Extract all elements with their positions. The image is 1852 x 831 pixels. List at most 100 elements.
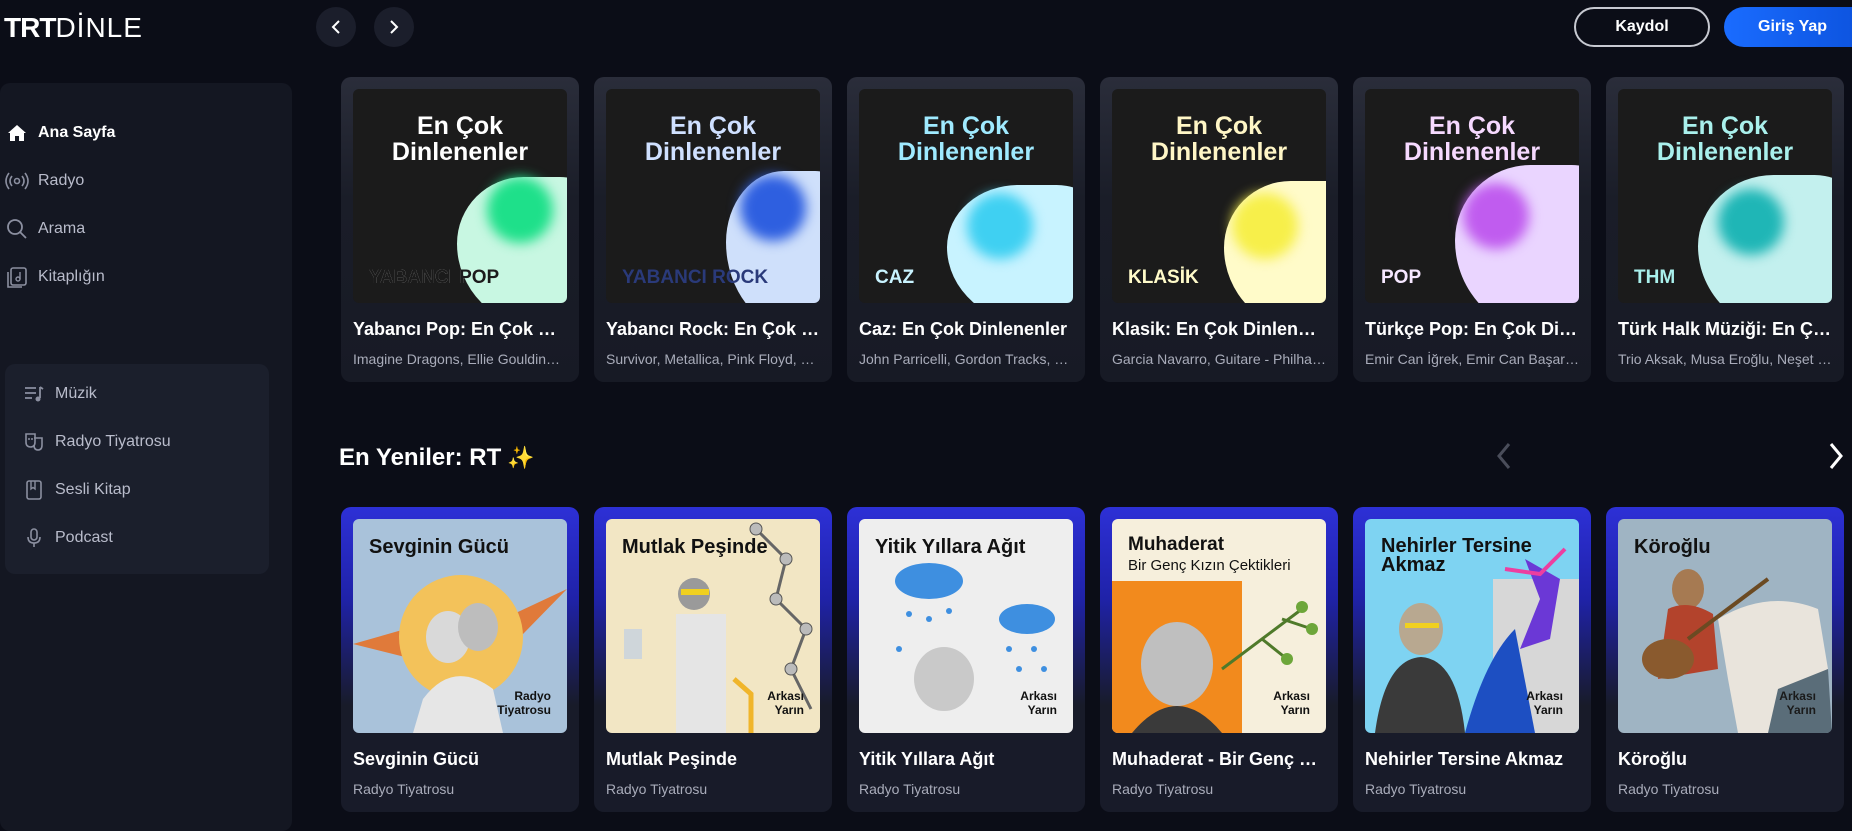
- sidebar-item-label: Ana Sayfa: [38, 124, 116, 141]
- drama-card[interactable]: Mutlak Peşinde Arkası Yarın Mutlak Peşin…: [594, 507, 832, 812]
- playlist-cover: En Çok Dinlenenler POP: [1365, 89, 1579, 303]
- sidebar: Ana Sayfa Radyo Arama Kitaplığın Müzik R…: [0, 58, 316, 831]
- playlist-title: Klasik: En Çok Dinlenenler: [1112, 319, 1326, 339]
- microphone-icon: [21, 525, 47, 551]
- cover-dot: [740, 175, 806, 241]
- cover-tag: Radyo Tiyatrosu: [497, 689, 551, 717]
- cover-title: Mutlak Peşinde: [622, 536, 768, 558]
- cover-genre-label: YABANCI ROCK: [622, 267, 769, 288]
- playlist-cover: En Çok Dinlenenler YABANCI POP: [353, 89, 567, 303]
- section-title-text: En Yeniler: RT: [339, 444, 502, 471]
- category-audiobook[interactable]: Sesli Kitap: [5, 466, 269, 514]
- drama-subtitle: Radyo Tiyatrosu: [1112, 781, 1214, 797]
- login-button[interactable]: Giriş Yap: [1724, 7, 1852, 47]
- home-icon: [4, 120, 30, 146]
- drama-card[interactable]: Yitik Yıllara Ağıt Arkası Yarın Yitik Yı…: [847, 507, 1085, 812]
- cover-heading: En Çok Dinlenenler: [1150, 112, 1288, 166]
- cover-dot: [1718, 189, 1784, 255]
- cover-tag: Arkası Yarın: [1779, 689, 1816, 717]
- cover-genre-label: POP: [1381, 267, 1422, 288]
- sidebar-item-radio[interactable]: Radyo: [0, 157, 290, 205]
- playlist-card[interactable]: En Çok Dinlenenler POP Türkçe Pop: En Ço…: [1353, 77, 1591, 382]
- playlist-card[interactable]: En Çok Dinlenenler YABANCI ROCK Yabancı …: [594, 77, 832, 382]
- drama-cover: Mutlak Peşinde Arkası Yarın: [606, 519, 820, 733]
- forward-button[interactable]: [374, 7, 414, 47]
- cover-dot: [487, 177, 553, 243]
- cover-title: Yitik Yıllara Ağıt: [875, 536, 1026, 558]
- section-prev-button[interactable]: [1488, 440, 1520, 472]
- sidebar-item-library[interactable]: Kitaplığın: [0, 253, 290, 301]
- playlist-card[interactable]: En Çok Dinlenenler CAZ Caz: En Çok Dinle…: [847, 77, 1085, 382]
- chevron-left-icon: [331, 20, 340, 34]
- cover-tag: Arkası Yarın: [767, 689, 804, 717]
- category-label: Radyo Tiyatrosu: [55, 433, 171, 450]
- drama-title: Muhaderat - Bir Genç Kızın Çektikleri: [1112, 749, 1326, 769]
- drama-subtitle: Radyo Tiyatrosu: [606, 781, 708, 797]
- cover-heading: En Çok Dinlenenler: [391, 112, 529, 166]
- sidebar-item-label: Arama: [38, 220, 86, 237]
- playlist-artists: Trio Aksak, Musa Eroğlu, Neşet Ertaş: [1618, 351, 1832, 367]
- chevron-right-icon: [1829, 443, 1843, 469]
- drama-subtitle: Radyo Tiyatrosu: [1365, 781, 1467, 797]
- sparkles-icon: ✨: [507, 445, 535, 470]
- cover-genre-label: CAZ: [875, 267, 915, 288]
- sidebar-item-label: Kitaplığın: [38, 268, 105, 285]
- sidebar-item-home[interactable]: Ana Sayfa: [0, 109, 290, 157]
- cover-dot: [967, 193, 1033, 259]
- cover-title: Nehirler Tersine Akmaz: [1381, 535, 1532, 576]
- drama-cover: Nehirler Tersine Akmaz Arkası Yarın: [1365, 519, 1579, 733]
- drama-subtitle: Radyo Tiyatrosu: [859, 781, 961, 797]
- cover-tag: Arkası Yarın: [1273, 689, 1310, 717]
- top-bar: TRTDİNLE Kaydol Giriş Yap: [0, 0, 1852, 58]
- sidebar-item-label: Radyo: [38, 172, 85, 189]
- cover-tag: Arkası Yarın: [1020, 689, 1057, 717]
- cover-genre-label: THM: [1634, 267, 1676, 288]
- playlist-cover: En Çok Dinlenenler CAZ: [859, 89, 1073, 303]
- playlist-artists: John Parricelli, Gordon Tracks, Miles Da…: [859, 351, 1073, 367]
- playlist-cover: En Çok Dinlenenler YABANCI ROCK: [606, 89, 820, 303]
- playlist-title: Caz: En Çok Dinlenenler: [859, 319, 1068, 339]
- drama-card[interactable]: Sevginin Gücü Radyo Tiyatrosu Sevginin G…: [341, 507, 579, 812]
- cover-title: Sevginin Gücü: [369, 536, 510, 558]
- playlist-title: Yabancı Rock: En Çok Dinlenenler: [606, 319, 820, 339]
- drama-cover: Yitik Yıllara Ağıt Arkası Yarın: [859, 519, 1073, 733]
- sidebar-panel: Ana Sayfa Radyo Arama Kitaplığın Müzik R…: [0, 83, 292, 831]
- section-next-button[interactable]: [1820, 440, 1852, 472]
- playlist-card[interactable]: En Çok Dinlenenler YABANCI POP Yabancı P…: [341, 77, 579, 382]
- playlist-artists: Imagine Dragons, Ellie Goulding, Dua Lip…: [353, 351, 567, 367]
- cover-subtitle: Bir Genç Kızın Çektikleri: [1128, 557, 1291, 574]
- category-podcast[interactable]: Podcast: [5, 514, 269, 562]
- trt-dinle-logo[interactable]: TRTDİNLE: [4, 12, 143, 44]
- category-music[interactable]: Müzik: [5, 370, 269, 418]
- drama-subtitle: Radyo Tiyatrosu: [1618, 781, 1720, 797]
- search-icon: [4, 216, 30, 242]
- cover-dot: [1232, 193, 1298, 259]
- cover-genre-label: KLASİK: [1128, 267, 1199, 288]
- back-button[interactable]: [316, 7, 356, 47]
- playlist-title: Türk Halk Müziği: En Çok Dinlenenler: [1618, 319, 1832, 339]
- playlist-artists: Emir Can İğrek, Emir Can Başaran, Sezen …: [1365, 351, 1579, 367]
- book-icon: [21, 477, 47, 503]
- playlist-artists: Garcia Navarro, Guitare - Philharmonia: [1112, 351, 1326, 367]
- category-radio-theater[interactable]: Radyo Tiyatrosu: [5, 418, 269, 466]
- playlist-cover: En Çok Dinlenenler THM: [1618, 89, 1832, 303]
- drama-title: Köroğlu: [1618, 749, 1687, 769]
- main-nav: Ana Sayfa Radyo Arama Kitaplığın: [0, 109, 290, 301]
- playlist-title: Yabancı Pop: En Çok Dinlenenler: [353, 319, 567, 339]
- drama-cover: Köroğlu Arkası Yarın: [1618, 519, 1832, 733]
- drama-card[interactable]: Köroğlu Arkası Yarın Köroğlu Radyo Tiyat…: [1606, 507, 1844, 812]
- cover-title: Köroğlu: [1634, 536, 1711, 558]
- cover-genre-label: YABANCI POP: [369, 267, 500, 288]
- radio-icon: [4, 168, 30, 194]
- playlist-card[interactable]: En Çok Dinlenenler THM Türk Halk Müziği:…: [1606, 77, 1844, 382]
- signup-button[interactable]: Kaydol: [1574, 7, 1710, 47]
- chevron-left-icon: [1497, 443, 1511, 469]
- drama-subtitle: Radyo Tiyatrosu: [353, 781, 455, 797]
- drama-card[interactable]: Muhaderat Bir Genç Kızın Çektikleri Arka…: [1100, 507, 1338, 812]
- sidebar-item-search[interactable]: Arama: [0, 205, 290, 253]
- drama-card[interactable]: Nehirler Tersine Akmaz Arkası Yarın Nehi…: [1353, 507, 1591, 812]
- category-label: Podcast: [55, 529, 113, 546]
- playlist-card[interactable]: En Çok Dinlenenler KLASİK Klasik: En Çok…: [1100, 77, 1338, 382]
- drama-cover: Muhaderat Bir Genç Kızın Çektikleri Arka…: [1112, 519, 1326, 733]
- cover-heading: En Çok Dinlenenler: [1656, 112, 1794, 166]
